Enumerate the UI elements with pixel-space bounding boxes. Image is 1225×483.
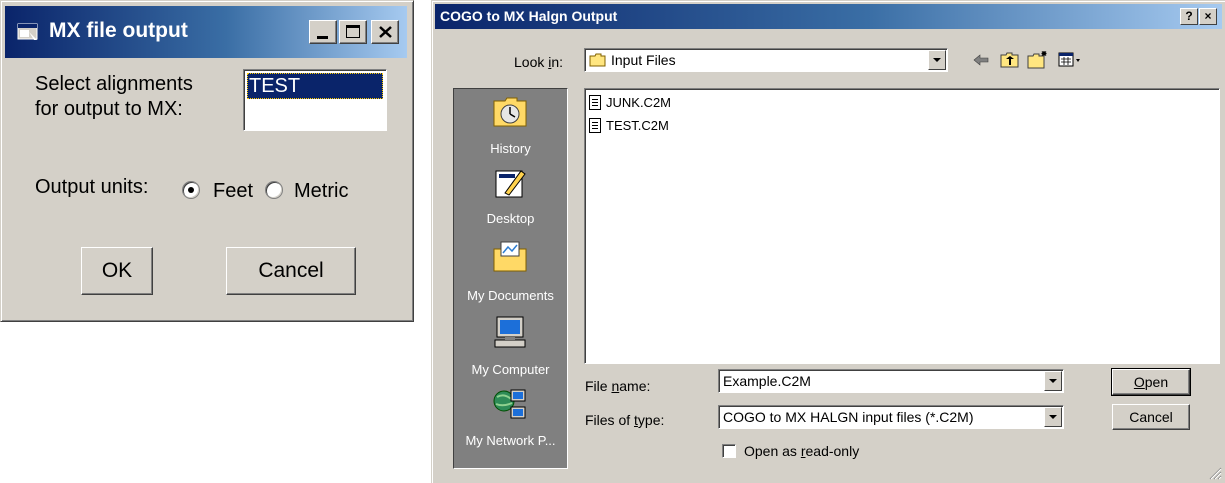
place-label: History (490, 141, 531, 156)
feet-label[interactable]: Feet (213, 179, 253, 204)
open-button[interactable]: Open (1112, 369, 1190, 395)
minimize-icon (317, 36, 328, 39)
output-units-label: Output units: (35, 176, 149, 198)
look-in-value: Input Files (611, 52, 676, 68)
open-dialog-title: COGO to MX Halgn Output (440, 8, 618, 24)
metric-label[interactable]: Metric (294, 179, 348, 204)
metric-radio[interactable] (265, 181, 283, 199)
back-arrow-icon[interactable] (972, 52, 990, 68)
files-of-type-label: Files of type: (585, 412, 665, 428)
history-icon (493, 97, 527, 127)
select-label-line2: for output to MX: (35, 98, 183, 120)
my-computer-icon (494, 316, 526, 348)
look-in-combo[interactable]: Input Files (584, 48, 948, 72)
network-places-icon (493, 389, 526, 419)
place-label: Desktop (486, 211, 535, 226)
places-bar: History Desktop My Documents My Computer… (453, 88, 568, 469)
app-icon (17, 23, 38, 40)
place-desktop[interactable]: Desktop (454, 161, 567, 233)
document-icon (589, 95, 601, 110)
place-my-documents[interactable]: My Documents (454, 233, 567, 305)
place-label: My Documents (467, 288, 554, 303)
close-icon (379, 26, 392, 38)
folder-icon (589, 53, 606, 67)
radio-dot (188, 187, 194, 193)
file-name-label: File name: (585, 378, 651, 394)
mx-file-output-dialog: MX file output Select alignments for out… (0, 0, 414, 322)
help-button[interactable]: ? (1180, 8, 1198, 25)
open-file-dialog: COGO to MX Halgn Output ? × Look in: Inp… (431, 0, 1225, 483)
view-menu-icon[interactable] (1058, 52, 1082, 68)
document-icon (589, 118, 601, 133)
alignment-item-test[interactable]: TEST (247, 73, 383, 99)
read-only-checkbox[interactable] (722, 444, 736, 458)
select-label-line1: Select alignments (35, 73, 193, 95)
desktop-icon (495, 170, 526, 198)
chevron-down-icon (1049, 379, 1057, 383)
chevron-down-icon (933, 58, 941, 62)
place-network[interactable]: My Network P... (454, 377, 567, 467)
maximize-button[interactable] (339, 20, 367, 44)
feet-radio[interactable] (182, 181, 200, 199)
read-only-label[interactable]: Open as read-only (744, 443, 859, 459)
look-in-label: Look in: (514, 54, 564, 70)
mx-dialog-titlebar[interactable]: MX file output (5, 6, 407, 58)
file-name-value[interactable]: Example.C2M (723, 373, 811, 389)
new-folder-icon[interactable] (1027, 50, 1049, 69)
file-name: TEST.C2M (606, 118, 669, 133)
cancel-button[interactable]: Cancel (1112, 404, 1190, 430)
cancel-button[interactable]: Cancel (226, 247, 356, 295)
file-name: JUNK.C2M (606, 95, 672, 110)
look-in-dropdown-button[interactable] (928, 50, 946, 70)
ok-button[interactable]: OK (81, 247, 153, 295)
files-of-type-value: COGO to MX HALGN input files (*.C2M) (723, 409, 974, 425)
file-name-combo[interactable]: Example.C2M (718, 369, 1064, 393)
place-label: My Computer (471, 362, 550, 377)
my-documents-icon (493, 241, 527, 272)
file-list[interactable]: JUNK.C2M TEST.C2M (584, 88, 1220, 364)
resize-grip-icon[interactable] (1208, 466, 1222, 480)
open-dialog-titlebar[interactable]: COGO to MX Halgn Output ? × (435, 4, 1222, 29)
select-alignments-label: Select alignments for output to MX: (35, 72, 193, 122)
maximize-icon (346, 25, 360, 38)
close-button[interactable]: × (1199, 8, 1217, 25)
place-history[interactable]: History (454, 89, 567, 161)
up-folder-icon[interactable] (1000, 51, 1020, 69)
close-button[interactable] (371, 20, 399, 44)
files-of-type-dropdown-button[interactable] (1044, 407, 1062, 427)
place-label: My Network P... (465, 433, 556, 448)
files-of-type-combo[interactable]: COGO to MX HALGN input files (*.C2M) (718, 405, 1064, 429)
chevron-down-icon (1049, 415, 1057, 419)
place-my-computer[interactable]: My Computer (454, 305, 567, 377)
mx-dialog-title: MX file output (49, 19, 188, 42)
minimize-button[interactable] (309, 20, 337, 44)
file-name-dropdown-button[interactable] (1044, 371, 1062, 391)
alignments-listbox[interactable]: TEST (243, 69, 387, 131)
